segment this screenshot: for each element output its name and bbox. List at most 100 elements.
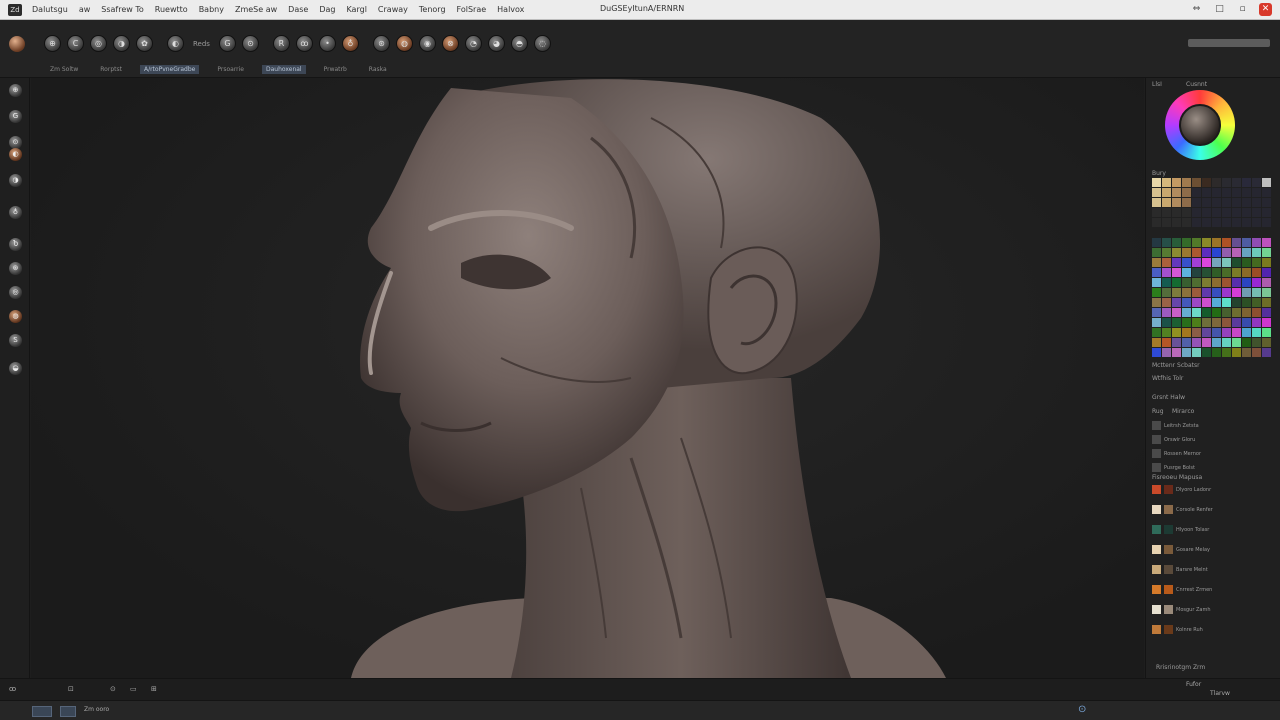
swatch[interactable] — [1252, 248, 1261, 257]
menu-item-2[interactable]: Ssafrew To — [101, 5, 144, 14]
swatch[interactable] — [1252, 328, 1261, 337]
swatch[interactable] — [1192, 188, 1201, 197]
material-swatch-grid[interactable] — [1152, 178, 1271, 227]
palette-chip[interactable] — [1164, 565, 1173, 574]
swatch[interactable] — [1182, 218, 1191, 227]
swatch[interactable] — [1182, 238, 1191, 247]
swatch[interactable] — [1172, 268, 1181, 277]
swatch[interactable] — [1172, 188, 1181, 197]
swatch[interactable] — [1222, 188, 1231, 197]
swatch[interactable] — [1152, 198, 1161, 207]
swatch[interactable] — [1262, 178, 1271, 187]
swatch[interactable] — [1242, 238, 1251, 247]
panel-header-right[interactable]: Cusnnt — [1186, 81, 1207, 88]
swatch[interactable] — [1162, 248, 1171, 257]
palette-chip[interactable] — [1164, 585, 1173, 594]
palette-chip[interactable] — [1164, 545, 1173, 554]
mask-icon[interactable]: ◍ — [9, 310, 22, 323]
menu-item-10[interactable]: Tenorg — [419, 5, 446, 14]
swatch[interactable] — [1152, 288, 1161, 297]
swatch[interactable] — [1222, 288, 1231, 297]
menu-item-11[interactable]: FolSrae — [457, 5, 487, 14]
swatch[interactable] — [1152, 238, 1161, 247]
swatch[interactable] — [1172, 338, 1181, 347]
swatch[interactable] — [1192, 208, 1201, 217]
swatch[interactable] — [1172, 278, 1181, 287]
swatch[interactable] — [1162, 238, 1171, 247]
swatch[interactable] — [1222, 178, 1231, 187]
swatch[interactable] — [1242, 178, 1251, 187]
swatch[interactable] — [1202, 278, 1211, 287]
tool-button-16[interactable]: ⊗ — [441, 35, 459, 52]
tool-button-14[interactable]: ◍ — [395, 35, 413, 52]
palette-row[interactable]: Gosare Melay — [1152, 544, 1276, 555]
swatch[interactable] — [1202, 288, 1211, 297]
palette-chip[interactable] — [1152, 585, 1161, 594]
swatch[interactable] — [1242, 188, 1251, 197]
tool-button-5[interactable]: ◐ — [167, 35, 184, 52]
swatch[interactable] — [1152, 258, 1161, 267]
swatch[interactable] — [1182, 348, 1191, 357]
palette-chip[interactable] — [1152, 525, 1161, 534]
palette-chip[interactable] — [1152, 545, 1161, 554]
app-logo-icon[interactable]: Zd — [8, 3, 22, 16]
trim-brush-icon[interactable]: ◎ — [9, 286, 22, 299]
swatch[interactable] — [1192, 288, 1201, 297]
swatch[interactable] — [1212, 288, 1221, 297]
settings-row[interactable]: Pusrge Bolst — [1152, 462, 1276, 473]
swatch[interactable] — [1252, 208, 1261, 217]
swatch[interactable] — [1252, 338, 1261, 347]
swatch[interactable] — [1182, 308, 1191, 317]
menu-item-0[interactable]: Dalutsgu — [32, 5, 68, 14]
swatch[interactable] — [1202, 348, 1211, 357]
swatch[interactable] — [1202, 258, 1211, 267]
swatch[interactable] — [1162, 298, 1171, 307]
swatch[interactable] — [1192, 178, 1201, 187]
swatch[interactable] — [1232, 208, 1241, 217]
swatch[interactable] — [1192, 268, 1201, 277]
swatch[interactable] — [1212, 338, 1221, 347]
swatch[interactable] — [1212, 298, 1221, 307]
swatch[interactable] — [1182, 278, 1191, 287]
bottom-right-item-1[interactable]: Fufor — [1186, 681, 1201, 688]
swatch[interactable] — [1152, 328, 1161, 337]
swatch[interactable] — [1232, 348, 1241, 357]
snake-hook-icon[interactable]: Ꮪ — [9, 334, 22, 347]
swatch[interactable] — [1242, 218, 1251, 227]
swatch[interactable] — [1252, 218, 1261, 227]
swatch[interactable] — [1162, 208, 1171, 217]
swatch[interactable] — [1172, 258, 1181, 267]
menu-item-3[interactable]: Ruewtto — [155, 5, 188, 14]
palette-chip[interactable] — [1164, 625, 1173, 634]
swatch[interactable] — [1182, 248, 1191, 257]
swatch[interactable] — [1202, 198, 1211, 207]
swatch[interactable] — [1162, 348, 1171, 357]
swatch[interactable] — [1222, 348, 1231, 357]
swatch[interactable] — [1202, 308, 1211, 317]
swatch[interactable] — [1262, 268, 1271, 277]
swatch[interactable] — [1152, 278, 1161, 287]
swatch[interactable] — [1162, 268, 1171, 277]
swatch[interactable] — [1192, 238, 1201, 247]
palette-chip[interactable] — [1152, 605, 1161, 614]
swatch[interactable] — [1232, 198, 1241, 207]
swatch[interactable] — [1192, 218, 1201, 227]
swatch[interactable] — [1262, 298, 1271, 307]
inflate-brush-icon[interactable]: ◑ — [9, 174, 22, 187]
swatch[interactable] — [1232, 338, 1241, 347]
swatch[interactable] — [1182, 188, 1191, 197]
swatch[interactable] — [1222, 328, 1231, 337]
swatch[interactable] — [1242, 268, 1251, 277]
swatch[interactable] — [1262, 198, 1271, 207]
swatch[interactable] — [1262, 348, 1271, 357]
swatch[interactable] — [1222, 338, 1231, 347]
palette-chip[interactable] — [1152, 485, 1161, 494]
swatch[interactable] — [1162, 178, 1171, 187]
swatch[interactable] — [1222, 248, 1231, 257]
tool-button-18[interactable]: ◕ — [487, 35, 505, 52]
swatch[interactable] — [1212, 248, 1221, 257]
palette-row[interactable]: Hlyoon Tolasr — [1152, 524, 1276, 535]
swatch[interactable] — [1222, 268, 1231, 277]
pinch-brush-icon[interactable]: ♁ — [9, 206, 22, 219]
swatch[interactable] — [1222, 308, 1231, 317]
